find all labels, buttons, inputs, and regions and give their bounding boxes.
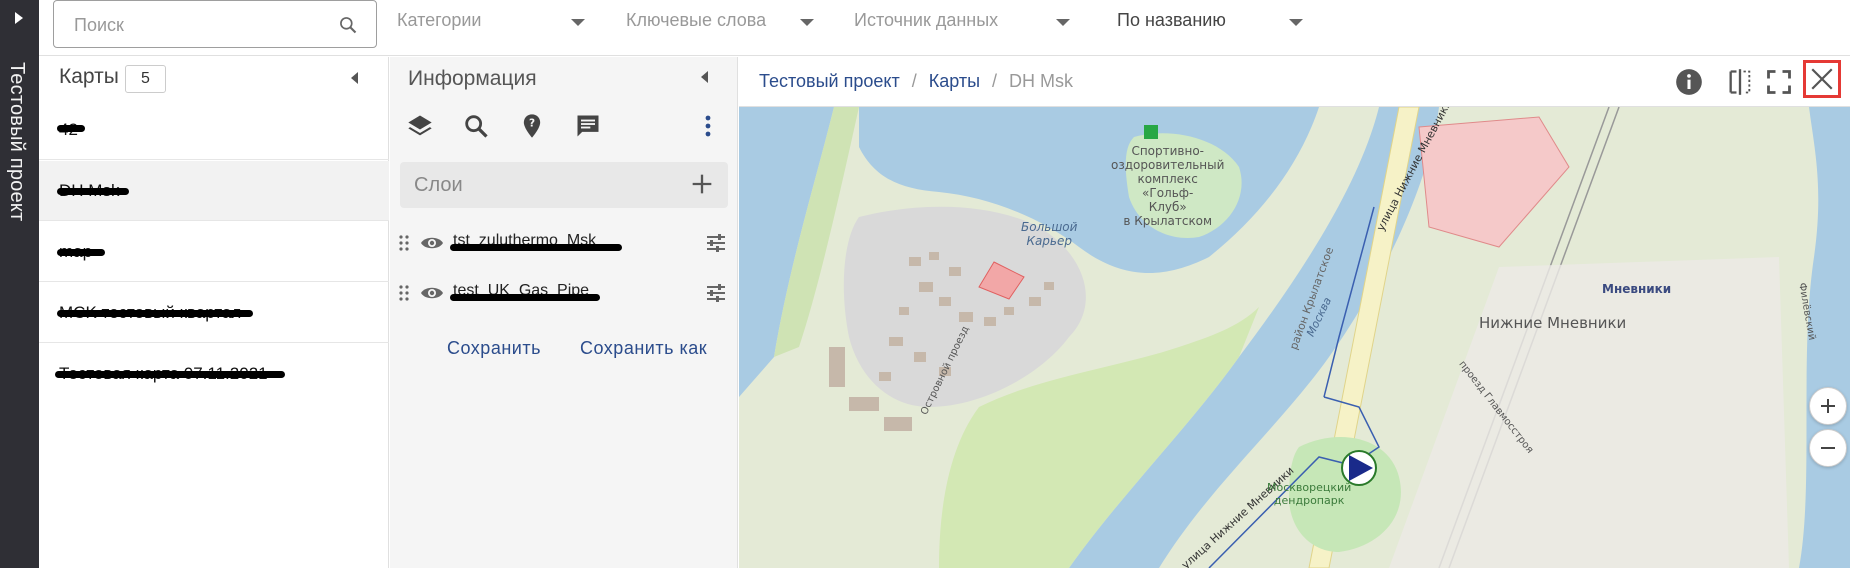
plus-icon [1821,399,1835,413]
chevron-down-icon [800,19,814,26]
close-icon [1811,68,1833,90]
search-icon[interactable] [338,15,358,35]
breadcrumb-maps[interactable]: Карты [929,71,980,91]
redaction-mark [57,310,253,317]
project-sidebar: Тестовый проект [0,0,39,568]
layer-row[interactable]: tst_zuluthermo_Msk [390,220,738,266]
map-list-item[interactable]: MCK тестовый квартал [39,283,389,343]
chevron-down-icon [1289,19,1303,26]
save-button[interactable]: Сохранить [447,338,541,359]
fullscreen-icon[interactable] [1765,68,1793,96]
search-input[interactable] [74,13,324,37]
minus-icon [1821,447,1835,449]
map-canvas[interactable]: Спортивно- оздоровительный комплекс «Гол… [739,107,1850,568]
maps-panel: Карты 5 42 DH Msk map MCK тестовый кварт… [39,57,389,568]
map-area: Тестовый проект / Карты / DH Msk Спортив… [739,57,1850,568]
save-as-button[interactable]: Сохранить как [580,338,707,359]
collapse-info-icon[interactable] [701,71,708,83]
info-panel: Информация ? Слои tst_zuluthermo_Msk tes… [390,57,738,568]
comment-icon[interactable] [574,112,602,140]
zoom-out-button[interactable] [1809,429,1847,467]
layer-settings-icon[interactable] [705,233,727,253]
more-options-icon[interactable] [700,112,716,140]
map-list-item-selected[interactable]: DH Msk [39,161,389,221]
breadcrumb-separator: / [911,71,917,91]
map-list-item[interactable]: Тестовая карта 07.11.2021 [39,344,389,404]
location-pin-icon[interactable]: ? [518,112,546,140]
visibility-eye-icon[interactable] [420,233,444,253]
redaction-mark [450,294,600,301]
layers-label: Слои [414,174,463,196]
categories-select[interactable]: Категории [397,10,587,40]
drag-handle-icon[interactable] [398,283,410,303]
search-field[interactable] [53,0,377,48]
zoom-in-button[interactable] [1809,387,1847,425]
map-header: Тестовый проект / Карты / DH Msk [739,57,1850,107]
keywords-select[interactable]: Ключевые слова [626,10,816,40]
breadcrumb-project[interactable]: Тестовый проект [759,71,900,91]
collapse-maps-icon[interactable] [351,72,358,84]
categories-label: Категории [397,10,482,30]
expand-sidebar-toggle[interactable] [9,9,29,29]
keywords-label: Ключевые слова [626,10,767,30]
map-label: Мневники [1602,282,1672,296]
sort-select[interactable]: По названию [1117,10,1307,40]
chevron-down-icon [571,19,585,26]
layers-section-header: Слои [400,162,728,208]
redaction-mark [450,244,622,251]
breadcrumb: Тестовый проект / Карты / DH Msk [759,71,1073,92]
filter-bar: Категории Ключевые слова Источник данных… [39,0,1850,56]
map-label: Спортивно- оздоровительный комплекс «Гол… [1111,144,1225,228]
maps-header: Карты 5 [39,57,389,103]
maps-title: Карты [59,65,119,88]
data-source-select[interactable]: Источник данных [854,10,1074,40]
project-name[interactable]: Тестовый проект [5,62,28,221]
chevron-down-icon [1056,19,1070,26]
redaction-mark [57,188,129,195]
redaction-mark [57,125,85,132]
map-list-item[interactable]: 42 [39,100,389,160]
visibility-eye-icon[interactable] [420,283,444,303]
close-map-button[interactable] [1803,60,1841,98]
map-label: Большой Карьер [1021,220,1078,248]
sort-label: По названию [1117,10,1226,30]
breadcrumb-separator: / [992,71,998,91]
maps-count-badge: 5 [125,65,166,93]
info-icon[interactable] [1675,68,1703,96]
search-icon[interactable] [462,112,490,140]
layer-row[interactable]: test_UK_Gas_Pipe [390,270,738,316]
map-label: Москворецкий дендропарк [1267,481,1352,507]
layers-icon[interactable] [406,112,434,140]
svg-text:?: ? [529,118,535,130]
data-source-label: Источник данных [854,10,999,30]
map-label: Нижние Мневники [1479,314,1627,332]
drag-handle-icon[interactable] [398,233,410,253]
redaction-mark [57,249,105,256]
add-layer-icon[interactable] [688,170,716,198]
redaction-mark [55,371,285,378]
layer-settings-icon[interactable] [705,283,727,303]
split-view-icon[interactable] [1726,68,1754,96]
info-title: Информация [408,67,537,90]
breadcrumb-current: DH Msk [1009,71,1074,91]
map-list-item[interactable]: map [39,222,389,282]
